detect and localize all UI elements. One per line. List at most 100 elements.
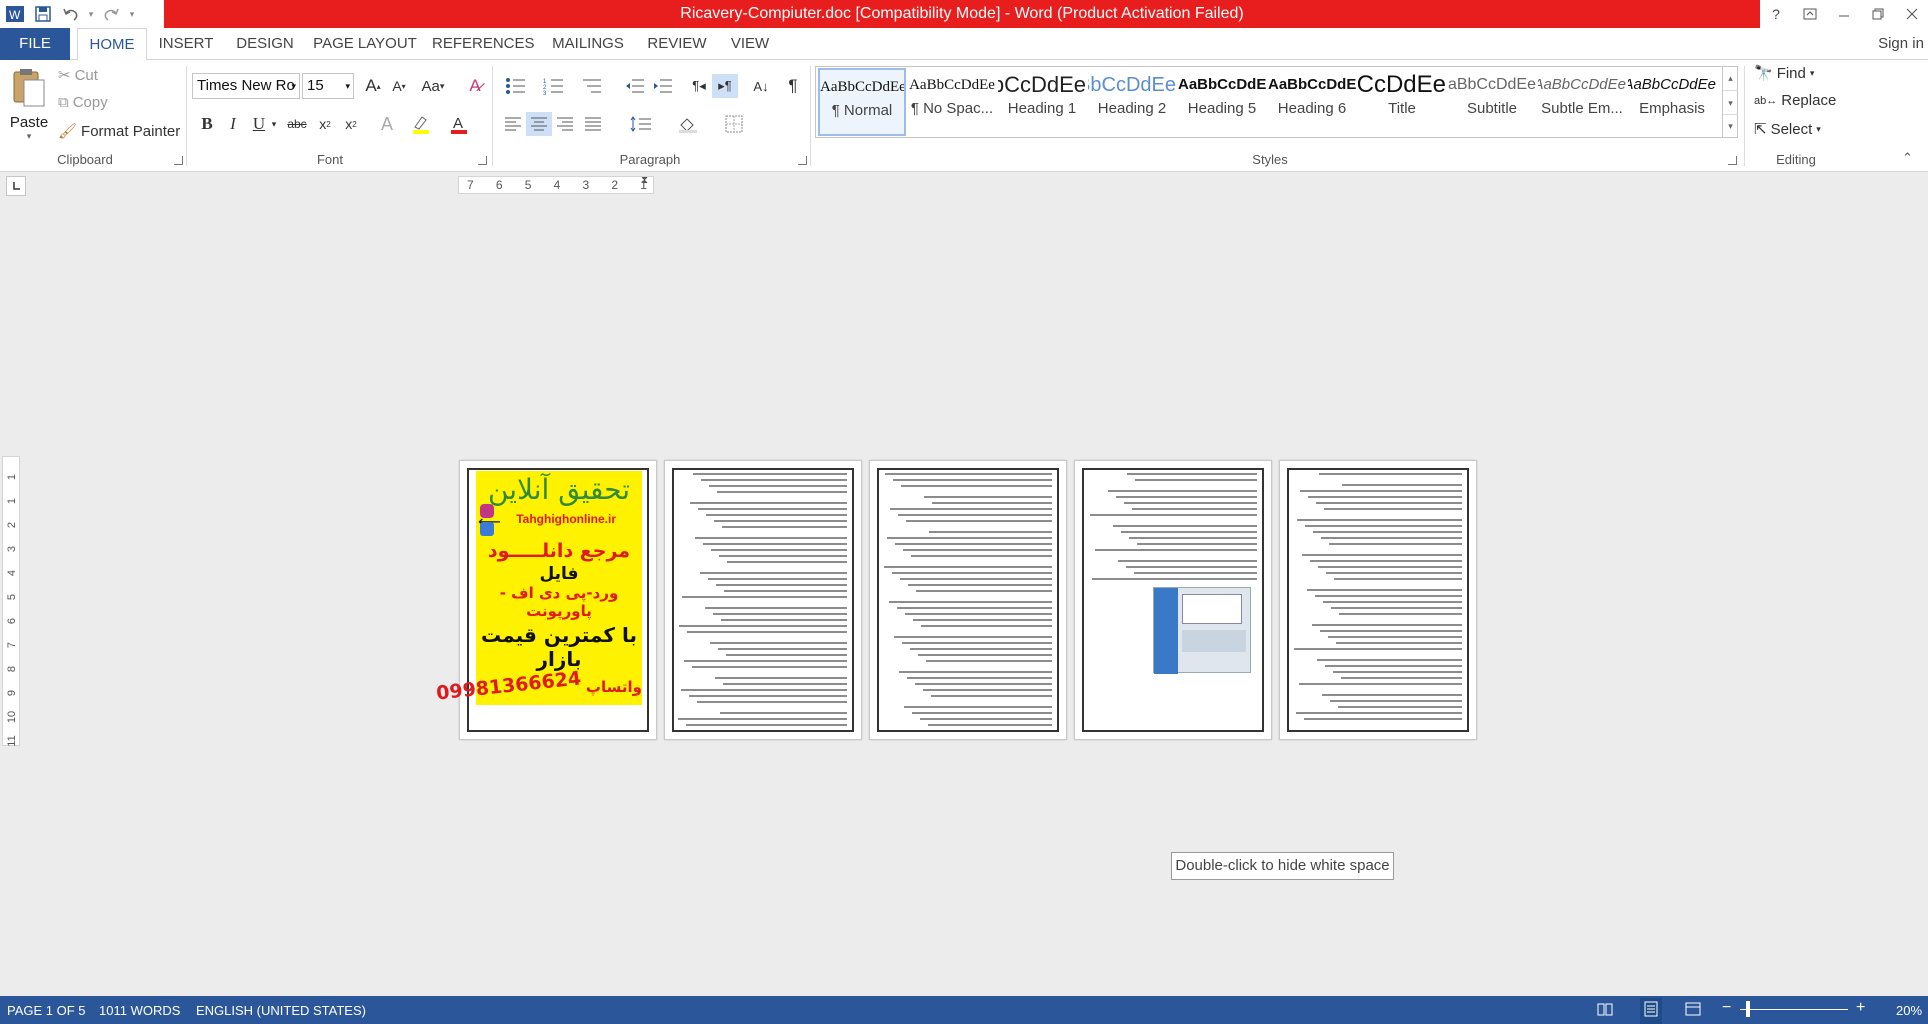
zoom-in-icon[interactable]: + [1856,999,1865,1017]
multilevel-list-icon[interactable] [576,74,608,98]
zoom-out-icon[interactable]: − [1722,999,1731,1017]
style-normal[interactable]: AaBbCcDdEe ¶ Normal [818,68,906,136]
style-subtle-emphasis[interactable]: AaBbCcDdEe Subtle Em... [1538,68,1626,136]
indent-marker-icon[interactable]: ⧗ [641,175,648,186]
sort-icon[interactable]: A↓ [748,74,774,98]
subscript-icon[interactable]: x2 [312,112,338,136]
customize-toolbar-icon[interactable]: ▾ [126,1,138,27]
copy-button[interactable]: ⧉ Copy [58,94,108,111]
paragraph-launcher-icon[interactable] [798,156,807,165]
grow-font-icon[interactable]: A ▴ [360,74,386,98]
show-formatting-marks-icon[interactable]: ¶ [780,74,806,98]
editing-group-label: Editing [1776,152,1816,167]
print-layout-icon[interactable] [1640,998,1662,1024]
word-logo-icon[interactable]: W [2,1,28,27]
bullets-icon[interactable] [500,74,532,98]
more-styles-icon[interactable]: ▾ [1723,114,1738,136]
tab-design[interactable]: DESIGN [230,28,300,60]
tab-review[interactable]: REVIEW [644,28,710,60]
strikethrough-icon[interactable]: abc [284,112,310,136]
line-spacing-icon[interactable] [624,112,658,136]
ad-reference: مرجع دانلـــــود [487,540,631,562]
tab-selector-icon[interactable] [6,176,26,196]
page-count[interactable]: PAGE 1 OF 5 [7,1003,86,1018]
scroll-up-icon[interactable]: ▴ [1723,66,1738,90]
zoom-slider-thumb[interactable] [1746,1001,1750,1017]
highlight-color-icon[interactable] [408,112,434,136]
justify-icon[interactable] [580,112,606,136]
bold-icon[interactable]: B [194,112,220,136]
style-no-spacing[interactable]: AaBbCcDdEe ¶ No Spac... [908,68,996,136]
page-1[interactable]: تحقیق آنلاین Tahghighonline.ir ⟵ مرجع دا… [435,460,657,740]
word-count[interactable]: 1011 WORDS [99,1003,180,1018]
clear-formatting-icon[interactable]: A̷ [462,74,488,98]
chevron-down-icon[interactable]: ▾ [268,112,280,136]
style-emphasis[interactable]: AaBbCcDdEe Emphasis [1628,68,1716,136]
redo-icon[interactable] [98,1,124,27]
tab-file[interactable]: FILE [0,28,70,60]
tab-view[interactable]: VIEW [722,28,778,60]
font-launcher-icon[interactable] [478,156,487,165]
style-subtitle[interactable]: AaBbCcDdEe Subtitle [1448,68,1536,136]
vertical-ruler[interactable]: 1 1 2 3 4 5 6 7 8 9 10 11 [2,456,20,747]
superscript-icon[interactable]: x2 [338,112,364,136]
style-heading-2[interactable]: AaBbCcDdEe Heading 2 [1088,68,1176,136]
style-title[interactable]: AaBbCcDdEe Title [1358,68,1446,136]
change-case-button[interactable]: Aa ▾ [416,74,450,98]
page-5[interactable] [1279,460,1477,740]
read-mode-icon[interactable] [1596,1000,1614,1022]
right-to-left-icon[interactable]: ▸¶ [712,74,738,98]
sign-in-link[interactable]: Sign in [1874,28,1928,60]
svg-text:W: W [9,8,21,22]
restore-icon[interactable] [1862,0,1894,28]
font-name-combo[interactable]: Times New Ro ▾ [192,73,300,99]
borders-icon[interactable] [716,112,752,136]
style-heading-1[interactable]: AaBbCcDdEe Heading 1 [998,68,1086,136]
format-painter-button[interactable]: 🖌 Format Painter [58,122,180,141]
tab-page-layout[interactable]: PAGE LAYOUT [312,28,418,60]
tab-mailings[interactable]: MAILINGS [546,28,630,60]
align-center-icon[interactable] [526,112,552,136]
decrease-indent-icon[interactable] [622,74,648,98]
collapse-ribbon-icon[interactable]: ⌃ [1902,150,1913,166]
align-right-icon[interactable] [552,112,578,136]
left-to-right-icon[interactable]: ¶◂ [686,74,712,98]
align-left-icon[interactable] [500,112,526,136]
select-button[interactable]: ⇱ Select ▾ [1754,120,1821,139]
close-icon[interactable] [1896,0,1928,28]
text-effects-icon[interactable]: A [374,112,400,136]
zoom-slider[interactable] [1740,1009,1848,1010]
undo-icon[interactable] [58,1,84,27]
ribbon-display-options-icon[interactable] [1794,0,1826,28]
page-2[interactable] [664,460,862,740]
shrink-font-icon[interactable]: A ▾ [386,74,412,98]
font-size-combo[interactable]: 15 ▾ [302,73,354,99]
style-heading-6[interactable]: AaBbCcDdEe Heading 6 [1268,68,1356,136]
language-status[interactable]: ENGLISH (UNITED STATES) [196,1003,366,1018]
numbering-icon[interactable]: 123 [538,74,570,98]
minimize-icon[interactable] [1828,0,1860,28]
style-heading-5[interactable]: AaBbCcDdEe Heading 5 [1178,68,1266,136]
horizontal-ruler[interactable]: 7654321 ⧗ [458,175,654,194]
help-icon[interactable]: ? [1760,0,1792,28]
replace-button[interactable]: ab↔ Replace [1754,92,1836,109]
font-color-icon[interactable]: A [446,112,472,136]
scroll-down-icon[interactable]: ▾ [1723,90,1738,114]
web-layout-icon[interactable] [1684,1000,1702,1022]
tab-home[interactable]: HOME [77,28,147,61]
chevron-down-icon[interactable]: ▾ [86,1,96,27]
paste-button[interactable]: Paste ▾ [8,66,50,146]
italic-icon[interactable]: I [220,112,246,136]
styles-launcher-icon[interactable] [1728,156,1737,165]
tab-insert[interactable]: INSERT [155,28,217,60]
shading-icon[interactable] [670,112,706,136]
tab-references[interactable]: REFERENCES [432,28,535,60]
page-3[interactable] [869,460,1067,740]
clipboard-launcher-icon[interactable] [174,156,183,165]
zoom-level[interactable]: 20% [1896,1003,1922,1018]
cut-button[interactable]: ✂ Cut [58,66,98,85]
increase-indent-icon[interactable] [650,74,676,98]
find-button[interactable]: 🔭 Find ▾ [1754,64,1814,83]
save-icon[interactable] [30,1,56,27]
page-4[interactable] [1074,460,1272,740]
